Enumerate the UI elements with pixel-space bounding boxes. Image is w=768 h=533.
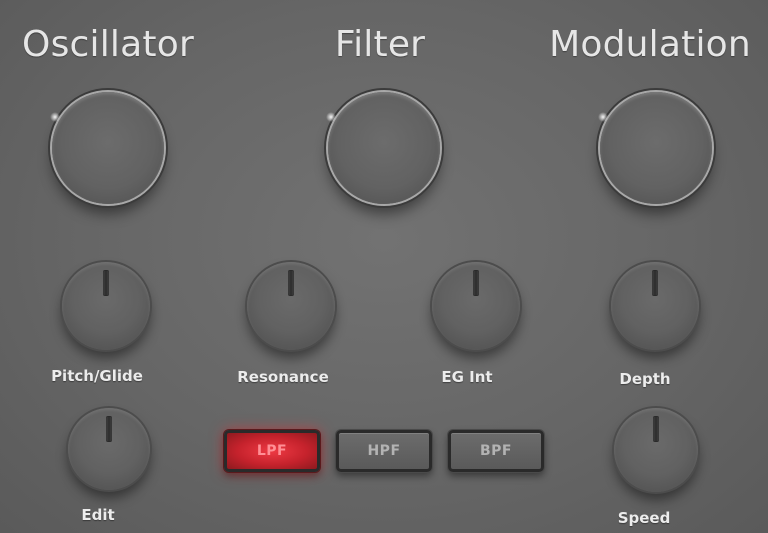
lpf-button[interactable]: LPF — [224, 430, 320, 472]
bpf-button[interactable]: BPF — [448, 430, 544, 472]
knob-indicator — [288, 270, 294, 296]
edit-label: Edit — [81, 506, 115, 524]
edit-knob[interactable] — [68, 408, 150, 490]
filter-title: Filter — [334, 24, 426, 65]
depth-knob[interactable] — [611, 262, 699, 350]
eg-int-knob[interactable] — [432, 262, 520, 350]
resonance-knob[interactable] — [247, 262, 335, 350]
knob-indicator — [653, 416, 659, 442]
filter-cutoff-knob[interactable] — [326, 92, 440, 204]
knob-indicator — [473, 270, 479, 296]
hpf-button[interactable]: HPF — [336, 430, 432, 472]
pitch-glide-knob[interactable] — [62, 262, 150, 350]
knob-indicator — [652, 270, 658, 296]
knob-indicator — [103, 270, 109, 296]
oscillator-knob[interactable] — [50, 92, 164, 204]
modulation-title: Modulation — [549, 24, 751, 65]
pitch-glide-label: Pitch/Glide — [51, 367, 143, 385]
resonance-label: Resonance — [237, 368, 329, 386]
knob-indicator — [106, 416, 112, 442]
speed-knob[interactable] — [614, 408, 698, 492]
modulation-knob[interactable] — [598, 92, 712, 204]
oscillator-title: Oscillator — [22, 24, 194, 65]
speed-label: Speed — [617, 509, 671, 527]
depth-label: Depth — [619, 370, 671, 388]
eg-int-label: EG Int — [441, 368, 493, 386]
